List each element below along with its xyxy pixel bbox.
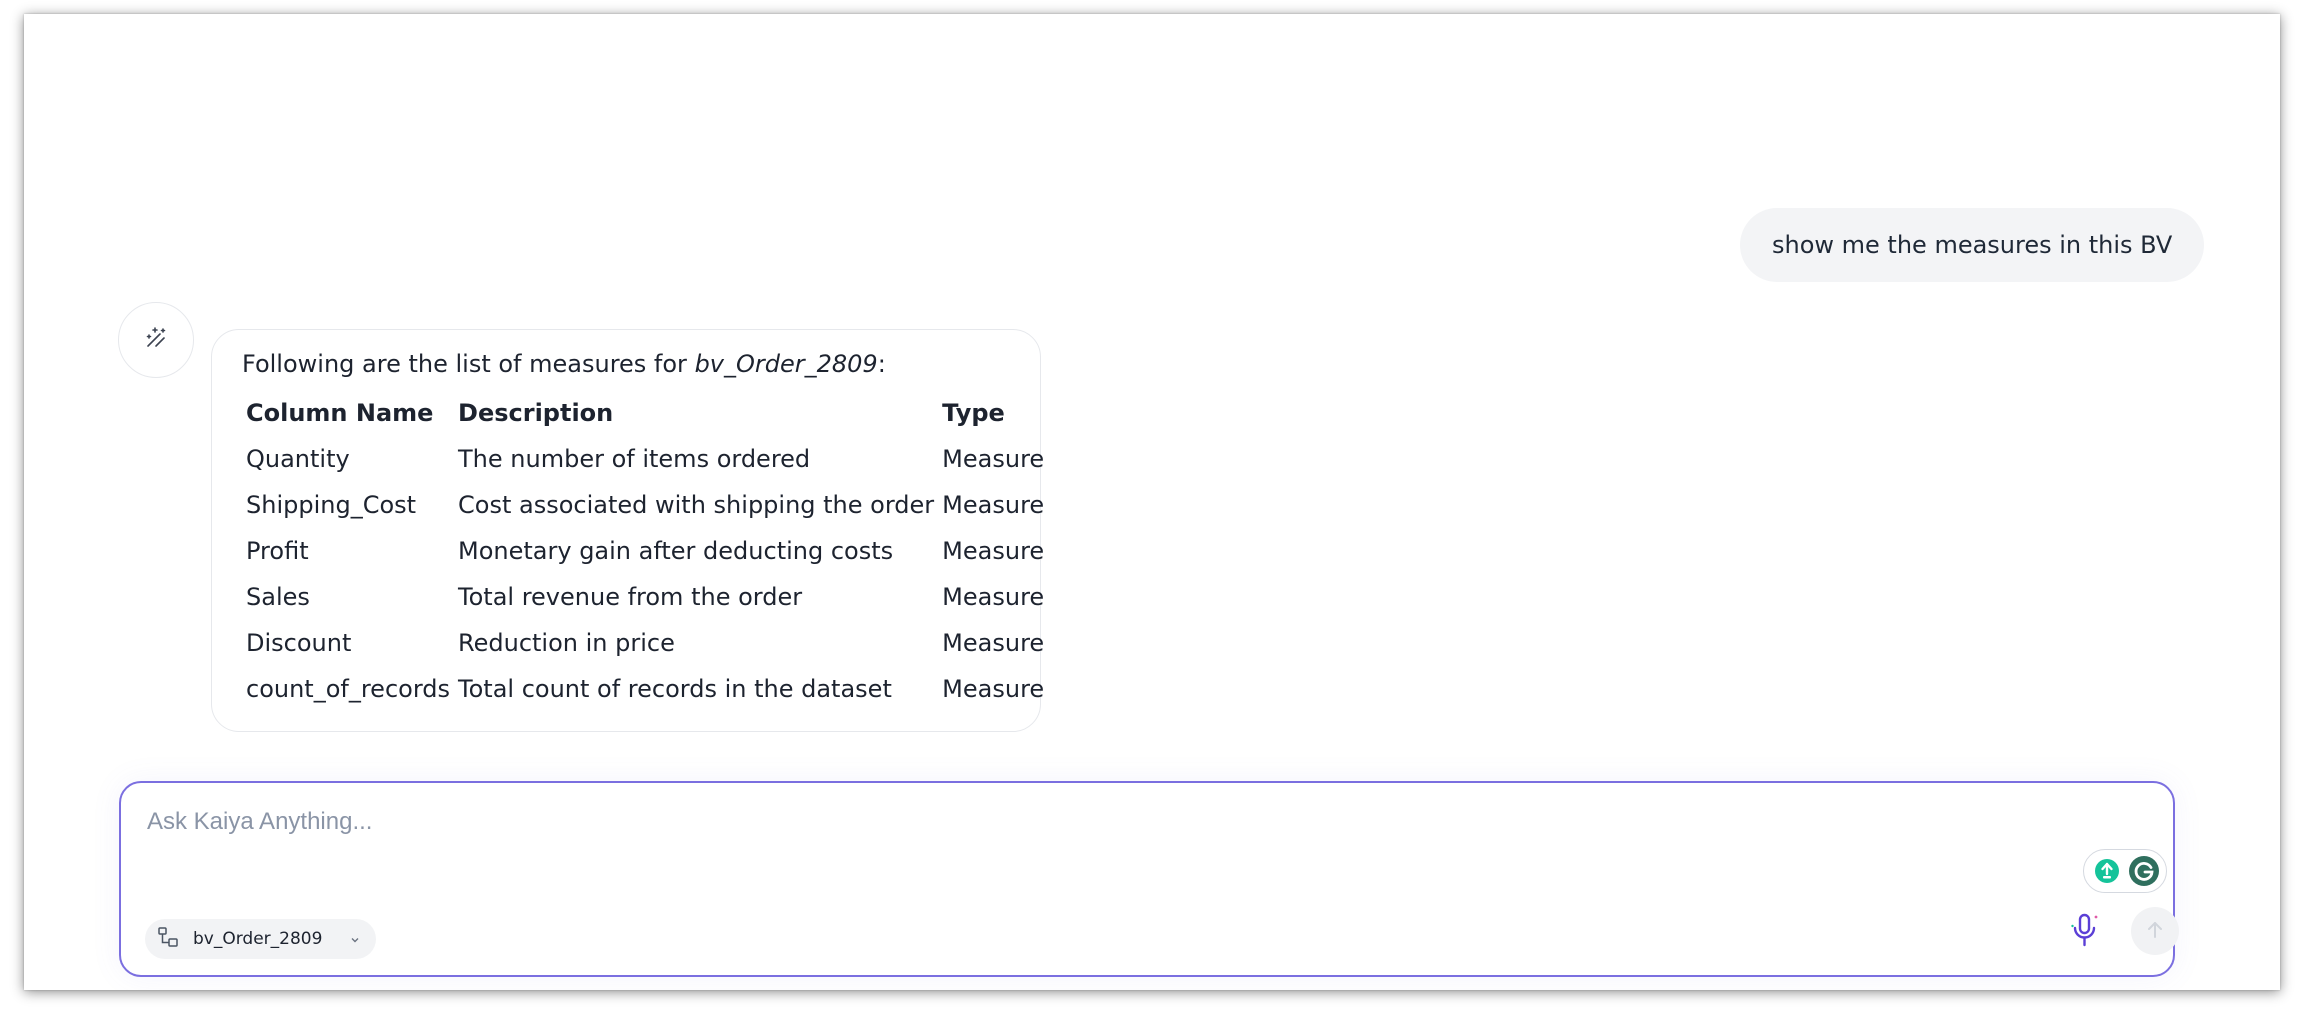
cell-column-name: Quantity [246,445,350,473]
arrow-up-icon [2144,919,2166,944]
grammarly-icon[interactable] [2128,856,2159,886]
table-row: count_of_records Total count of records … [242,666,1048,712]
header-type: Type [942,399,1005,427]
source-label: bv_Order_2809 [193,929,323,949]
table-row: Sales Total revenue from the order Measu… [242,574,1048,620]
source-selector[interactable]: bv_Order_2809 [145,919,377,959]
cell-description: Total revenue from the order [458,583,803,611]
grammarly-widget[interactable] [2083,849,2167,893]
intro-prefix: Following are the list of measures for [242,350,695,378]
assistant-message-card: Following are the list of measures for b… [211,329,1044,732]
cell-column-name: Sales [246,583,310,611]
table-row: Quantity The number of items ordered Mea… [242,436,1048,482]
table-row: Profit Monetary gain after deducting cos… [242,528,1048,574]
chat-composer: bv_Order_2809 [119,781,2179,977]
cell-description: Total count of records in the dataset [458,675,892,703]
user-message-bubble: show me the measures in this BV [1740,208,2205,282]
table-header-row: Column Name Description Type [242,390,1048,436]
lightbulb-icon[interactable] [2091,856,2122,886]
caret-down-icon [350,929,360,949]
header-column-name: Column Name [246,399,434,427]
table-row: Shipping_Cost Cost associated with shipp… [242,482,1048,528]
cell-column-name: Discount [246,629,352,657]
data-model-icon [157,926,179,953]
cell-type: Measure [942,629,1045,657]
assistant-intro: Following are the list of measures for b… [242,350,886,378]
microphone-button[interactable] [2067,911,2103,951]
app-window: show me the measures in this BV Followin… [24,14,2280,990]
measures-table: Column Name Description Type Quantity Th… [242,390,1048,712]
magic-wand-icon [142,324,170,356]
cell-type: Measure [942,491,1045,519]
assistant-avatar [118,302,194,378]
cell-type: Measure [942,537,1045,565]
cell-description: Reduction in price [458,629,675,657]
cell-type: Measure [942,445,1045,473]
cell-column-name: Profit [246,537,309,565]
cell-description: The number of items ordered [458,445,811,473]
microphone-icon [2070,912,2100,951]
cell-type: Measure [942,675,1045,703]
chat-input[interactable] [145,801,1849,843]
user-message-text: show me the measures in this BV [1772,231,2173,259]
cell-column-name: count_of_records [246,675,451,703]
intro-suffix: : [877,350,886,378]
send-button[interactable] [2131,907,2179,955]
intro-dataset: bv_Order_2809 [694,350,878,378]
header-description: Description [458,399,614,427]
cell-description: Cost associated with shipping the order [458,491,935,519]
table-row: Discount Reduction in price Measure [242,620,1048,666]
cell-type: Measure [942,583,1045,611]
cell-description: Monetary gain after deducting costs [458,537,894,565]
cell-column-name: Shipping_Cost [246,491,417,519]
